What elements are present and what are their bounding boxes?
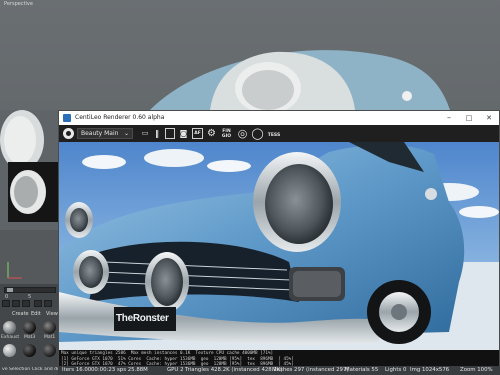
material-swatch-exhaust[interactable] [3, 321, 16, 334]
exposure-icon[interactable]: ◎ [236, 128, 249, 139]
material-label: Mat3 [24, 335, 36, 340]
render-status-bar: Iters 16.00 00:00:23 sps 25.88M GPU 2 Tr… [58, 366, 500, 375]
status-materials: Materials 55 [345, 367, 379, 373]
license-plate-text: TheRonster [116, 313, 169, 324]
host-status-text: ve Selection Click and drag [2, 367, 60, 372]
minimize-button[interactable]: – [439, 111, 459, 125]
status-lights: Lights 0 [385, 367, 407, 373]
af-icon[interactable]: AF [192, 128, 203, 139]
renderer-window: CentiLeo Renderer 0.60 alpha – □ ✕ Beaut… [58, 110, 500, 375]
close-button[interactable]: ✕ [479, 111, 499, 125]
tess-icon[interactable]: TESS [267, 128, 281, 139]
status-sps: sps 25.88M [117, 367, 148, 373]
maximize-button[interactable]: □ [459, 111, 479, 125]
pause-icon[interactable]: ‖ [152, 128, 162, 139]
material-swatch-mat3[interactable] [23, 321, 36, 334]
material-swatch[interactable] [43, 344, 56, 357]
material-swatch-mat1[interactable] [43, 321, 56, 334]
lens-icon[interactable]: ◯ [251, 128, 264, 139]
menu-create[interactable]: Create [12, 311, 29, 317]
status-meshes: Meshes 297 (instanced 297) [272, 367, 349, 373]
renderer-toolbar: Beauty Main ⌄ ▭ ‖ ◙ AF ⚙ FIN GIO ◎ ◯ TES… [59, 125, 499, 142]
status-gpu: GPU 2 [167, 367, 184, 373]
host-side-panel: 0 5 Create Edit View Exhaust Mat3 Mat1 v… [0, 284, 60, 375]
centileo-logo-icon[interactable] [63, 128, 74, 139]
material-label: Mat1 [44, 335, 56, 340]
window-title: CentiLeo Renderer 0.60 alpha [75, 114, 165, 121]
camera-select-value: Beauty Main [81, 130, 119, 137]
tool-button[interactable] [44, 300, 52, 307]
chevron-down-icon: ⌄ [123, 130, 129, 137]
title-bar[interactable]: CentiLeo Renderer 0.60 alpha – □ ✕ [59, 111, 499, 125]
camera-icon[interactable]: ◙ [178, 128, 189, 139]
material-menu: Create Edit View [0, 311, 60, 319]
material-swatch[interactable] [23, 344, 36, 357]
tool-button[interactable] [2, 300, 10, 307]
save-icon[interactable]: ▭ [139, 128, 151, 139]
stop-icon[interactable] [165, 128, 175, 139]
tool-button[interactable] [12, 300, 20, 307]
status-image-size: Img 1024x576 [410, 367, 450, 373]
material-swatch[interactable] [3, 344, 16, 357]
timeline-slider[interactable] [4, 287, 56, 293]
camera-select[interactable]: Beauty Main ⌄ [77, 128, 133, 139]
panel-toolbar [2, 300, 58, 308]
tool-button[interactable] [34, 300, 42, 307]
status-time: 00:00:23 [91, 367, 116, 373]
app-icon [63, 114, 71, 122]
status-iters: Iters 16.00 [62, 367, 92, 373]
fin-gi-icon[interactable]: FIN GIO [220, 128, 233, 139]
settings-icon[interactable]: ⚙ [206, 128, 217, 139]
menu-view[interactable]: View [46, 311, 58, 317]
material-label: Exhaust [1, 335, 20, 340]
menu-edit[interactable]: Edit [31, 311, 41, 317]
slider-knob[interactable] [7, 288, 13, 292]
render-view[interactable]: TheRonster [59, 142, 499, 350]
status-zoom: Zoom 100% [460, 367, 493, 373]
status-triangles: Triangles 428.2K (instanced 428.2K) [185, 367, 283, 373]
tool-button[interactable] [22, 300, 30, 307]
